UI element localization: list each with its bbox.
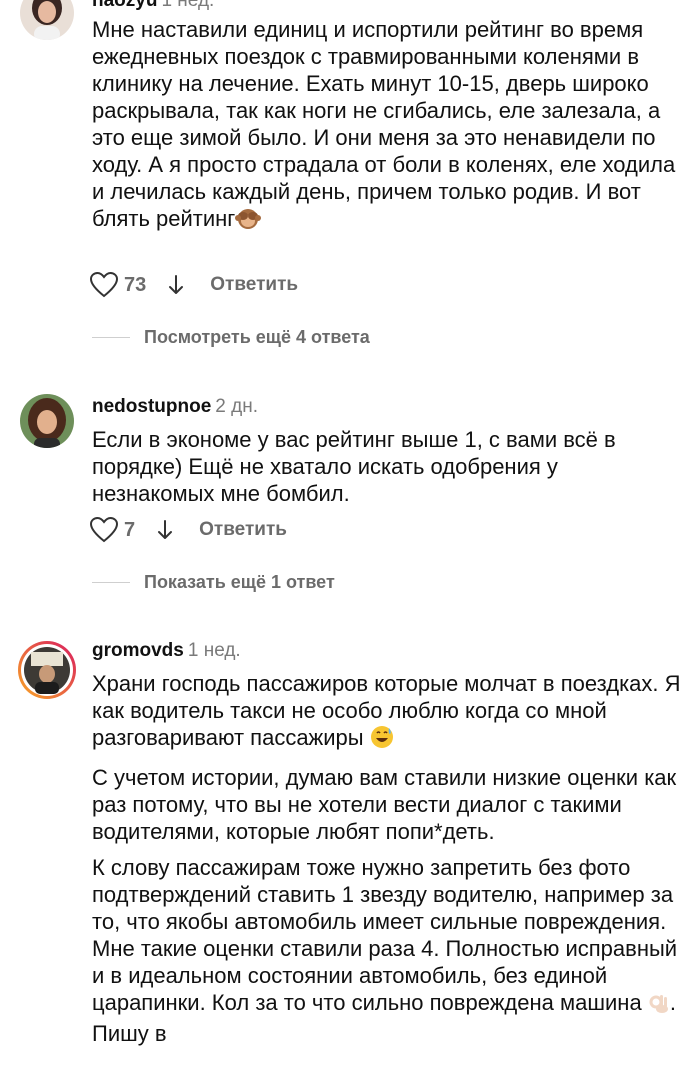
comment-time: 2 дн.: [215, 396, 258, 417]
like-count: 7: [124, 518, 136, 541]
comment-body: Храни господь пассажиров которые молчат …: [92, 670, 682, 1056]
comment-actions: 73 Ответить: [89, 270, 298, 300]
dislike-arrow-icon[interactable]: [168, 274, 184, 296]
comment-time: 1 нед.: [161, 0, 215, 11]
view-replies[interactable]: Показать ещё 1 ответ: [92, 570, 335, 594]
comment-text: К слову пассажирам тоже нужно запретить …: [92, 855, 678, 1015]
comment-meta: nedostupnoe 2 дн.: [92, 396, 258, 418]
see-no-evil-monkey-icon: [235, 206, 262, 236]
reply-button[interactable]: Ответить: [210, 274, 298, 296]
user-avatar-icon: [20, 394, 74, 448]
comment-text: Если в экономе у вас рейтинг выше 1, с в…: [92, 427, 616, 506]
like-count: 73: [124, 273, 147, 296]
avatar-gromovds[interactable]: [17, 640, 77, 700]
comment-actions: 7 Ответить: [89, 515, 287, 545]
username[interactable]: gromovds: [92, 640, 184, 661]
avatar-naozyu[interactable]: [20, 0, 74, 40]
story-ring-avatar-icon: [18, 641, 76, 699]
avatar-nedostupnoe[interactable]: [20, 394, 74, 448]
view-replies-label[interactable]: Показать ещё 1 ответ: [144, 572, 335, 593]
view-replies[interactable]: Посмотреть ещё 4 ответа: [92, 325, 370, 349]
reply-button[interactable]: Ответить: [199, 519, 287, 541]
heart-icon[interactable]: [89, 271, 119, 298]
comment-text: Мне наставили единиц и испортили рейтинг…: [92, 17, 676, 231]
divider-line: [92, 336, 130, 338]
comment-time: 1 нед.: [187, 640, 241, 661]
heart-icon[interactable]: [89, 516, 119, 543]
comment-text: С учетом истории, думаю вам ставили низк…: [92, 765, 677, 844]
comment-body: Мне наставили единиц и испортили рейтинг…: [92, 16, 682, 245]
ok-hand-icon: [648, 992, 670, 1020]
divider-line: [92, 581, 130, 583]
user-avatar-icon: [20, 0, 74, 40]
username[interactable]: naozyu: [92, 0, 157, 11]
comment-meta: naozyu 1 нед.: [92, 0, 214, 12]
username[interactable]: nedostupnoe: [92, 396, 211, 417]
comment-body: Если в экономе у вас рейтинг выше 1, с в…: [92, 426, 682, 516]
dislike-arrow-icon[interactable]: [157, 519, 173, 541]
comment-meta: gromovds 1 нед.: [92, 640, 241, 662]
view-replies-label[interactable]: Посмотреть ещё 4 ответа: [144, 327, 370, 348]
grinning-sweat-face-icon: [370, 725, 394, 755]
